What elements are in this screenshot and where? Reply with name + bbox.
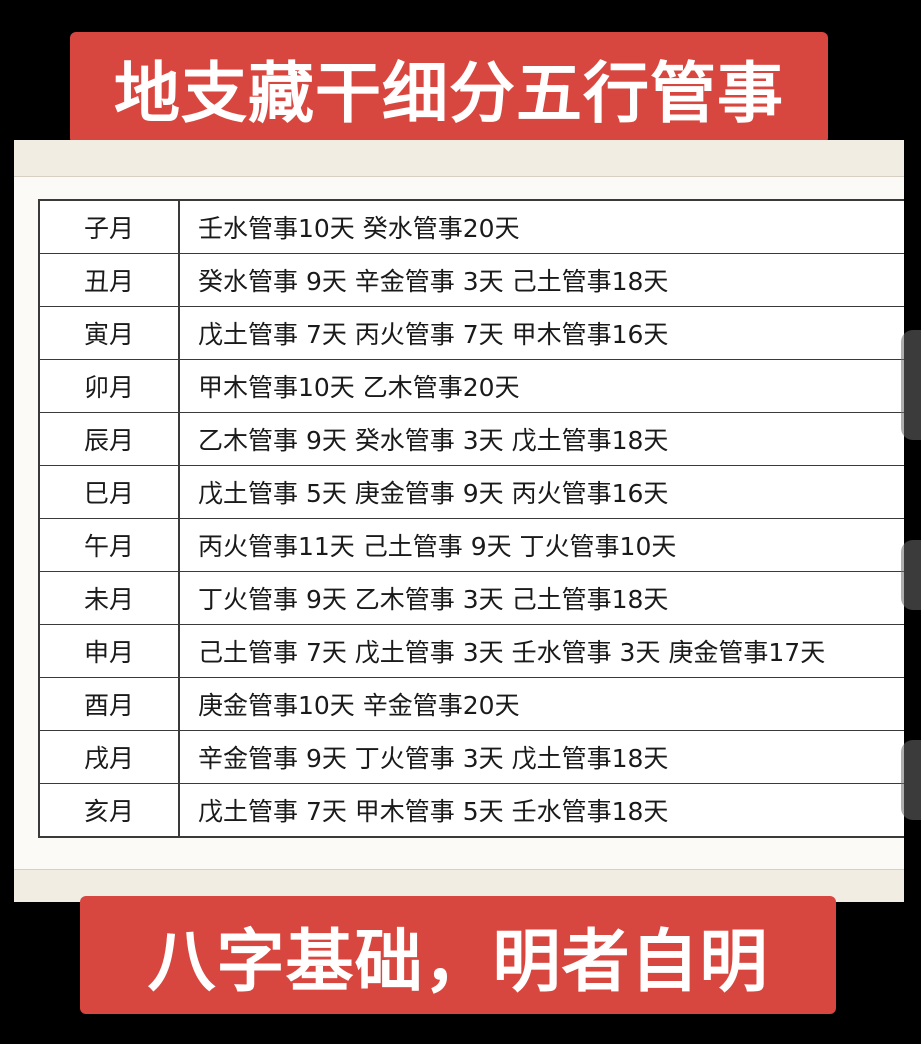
month-cell: 寅月 — [39, 306, 180, 360]
month-cell: 酉月 — [39, 677, 180, 731]
table-row: 午月 丙火管事11天 己土管事 9天 丁火管事10天 — [39, 518, 904, 572]
detail-cell: 戊土管事 7天 丙火管事 7天 甲木管事16天 — [179, 306, 904, 360]
paper-inner: 子月 壬水管事10天 癸水管事20天 丑月 癸水管事 9天 辛金管事 3天 己土管事… — [14, 176, 904, 870]
edge-overlay-decoration — [901, 740, 921, 820]
detail-cell: 甲木管事10天 乙木管事20天 — [179, 359, 904, 413]
table-row: 巳月 戊土管事 5天 庚金管事 9天 丙火管事16天 — [39, 465, 904, 519]
detail-cell: 丁火管事 9天 乙木管事 3天 己土管事18天 — [179, 571, 904, 625]
detail-cell: 己土管事 7天 戊土管事 3天 壬水管事 3天 庚金管事17天 — [179, 624, 904, 678]
page: 地支藏干细分五行管事 子月 壬水管事10天 癸水管事20天 丑月 癸水管事 9天 辛… — [0, 0, 921, 1044]
month-cell: 巳月 — [39, 465, 180, 519]
table-row: 寅月 戊土管事 7天 丙火管事 7天 甲木管事16天 — [39, 306, 904, 360]
table-row: 辰月 乙木管事 9天 癸水管事 3天 戊土管事18天 — [39, 412, 904, 466]
table-row: 卯月 甲木管事10天 乙木管事20天 — [39, 359, 904, 413]
detail-cell: 戊土管事 5天 庚金管事 9天 丙火管事16天 — [179, 465, 904, 519]
month-cell: 辰月 — [39, 412, 180, 466]
title-banner: 地支藏干细分五行管事 — [70, 32, 828, 144]
table-row: 丑月 癸水管事 9天 辛金管事 3天 己土管事18天 — [39, 253, 904, 307]
table-row: 未月 丁火管事 9天 乙木管事 3天 己土管事18天 — [39, 571, 904, 625]
month-cell: 未月 — [39, 571, 180, 625]
page-title: 地支藏干细分五行管事 — [114, 55, 784, 132]
paper-sheet: 子月 壬水管事10天 癸水管事20天 丑月 癸水管事 9天 辛金管事 3天 己土管事… — [14, 140, 904, 902]
table-row: 申月 己土管事 7天 戊土管事 3天 壬水管事 3天 庚金管事17天 — [39, 624, 904, 678]
footer-text: 八字基础，明者自明 — [147, 922, 769, 1002]
table-row: 戌月 辛金管事 9天 丁火管事 3天 戊土管事18天 — [39, 730, 904, 784]
footer-banner: 八字基础，明者自明 — [80, 896, 836, 1014]
detail-cell: 辛金管事 9天 丁火管事 3天 戊土管事18天 — [179, 730, 904, 784]
detail-cell: 壬水管事10天 癸水管事20天 — [179, 199, 904, 254]
month-cell: 卯月 — [39, 359, 180, 413]
month-cell: 午月 — [39, 518, 180, 572]
month-cell: 亥月 — [39, 783, 180, 838]
month-cell: 丑月 — [39, 253, 180, 307]
detail-cell: 庚金管事10天 辛金管事20天 — [179, 677, 904, 731]
detail-cell: 戊土管事 7天 甲木管事 5天 壬水管事18天 — [179, 783, 904, 838]
month-cell: 申月 — [39, 624, 180, 678]
edge-overlay-decoration — [901, 330, 921, 440]
table-row: 亥月 戊土管事 7天 甲木管事 5天 壬水管事18天 — [39, 783, 904, 838]
table-row: 子月 壬水管事10天 癸水管事20天 — [39, 199, 904, 254]
month-cell: 戌月 — [39, 730, 180, 784]
detail-cell: 丙火管事11天 己土管事 9天 丁火管事10天 — [179, 518, 904, 572]
month-table: 子月 壬水管事10天 癸水管事20天 丑月 癸水管事 9天 辛金管事 3天 己土管事… — [38, 199, 904, 838]
table-row: 酉月 庚金管事10天 辛金管事20天 — [39, 677, 904, 731]
month-cell: 子月 — [39, 199, 180, 254]
edge-overlay-decoration — [901, 540, 921, 610]
table-body: 子月 壬水管事10天 癸水管事20天 丑月 癸水管事 9天 辛金管事 3天 己土管事… — [39, 199, 904, 838]
detail-cell: 乙木管事 9天 癸水管事 3天 戊土管事18天 — [179, 412, 904, 466]
detail-cell: 癸水管事 9天 辛金管事 3天 己土管事18天 — [179, 253, 904, 307]
